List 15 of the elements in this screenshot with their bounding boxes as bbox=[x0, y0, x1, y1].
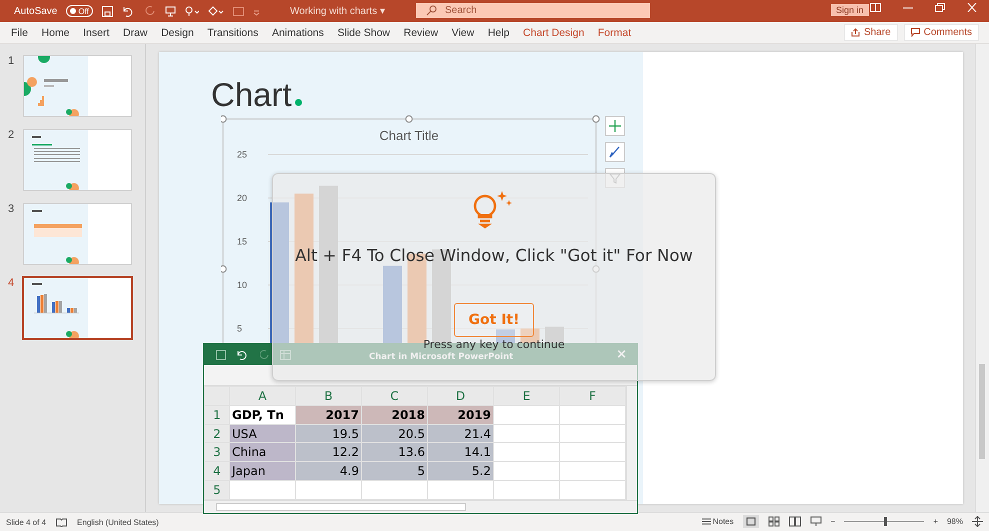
slide-number: 3 bbox=[7, 203, 16, 215]
window-title: Chart in Microsoft PowerPoint bbox=[369, 352, 514, 362]
slide-number: 2 bbox=[7, 129, 16, 141]
slide-title: Chart bbox=[211, 76, 292, 114]
axis-tick-label: 10 bbox=[237, 280, 248, 290]
axis-tick-label: 15 bbox=[237, 236, 248, 246]
autosave-label: AutoSave bbox=[14, 6, 58, 16]
axis-tick-label: 25 bbox=[237, 150, 248, 160]
slide-count: Slide 4 of 4 bbox=[6, 518, 46, 526]
continue-hint: Press any key to continue bbox=[423, 339, 565, 351]
axis-tick-label: 20 bbox=[237, 193, 248, 203]
axis-tick-label: 5 bbox=[237, 324, 242, 334]
slide-number: 1 bbox=[7, 55, 16, 67]
slide-number: 4 bbox=[7, 277, 16, 289]
tip-message: Alt + F4 To Close Window, Click "Got it" For Now bbox=[295, 246, 693, 265]
